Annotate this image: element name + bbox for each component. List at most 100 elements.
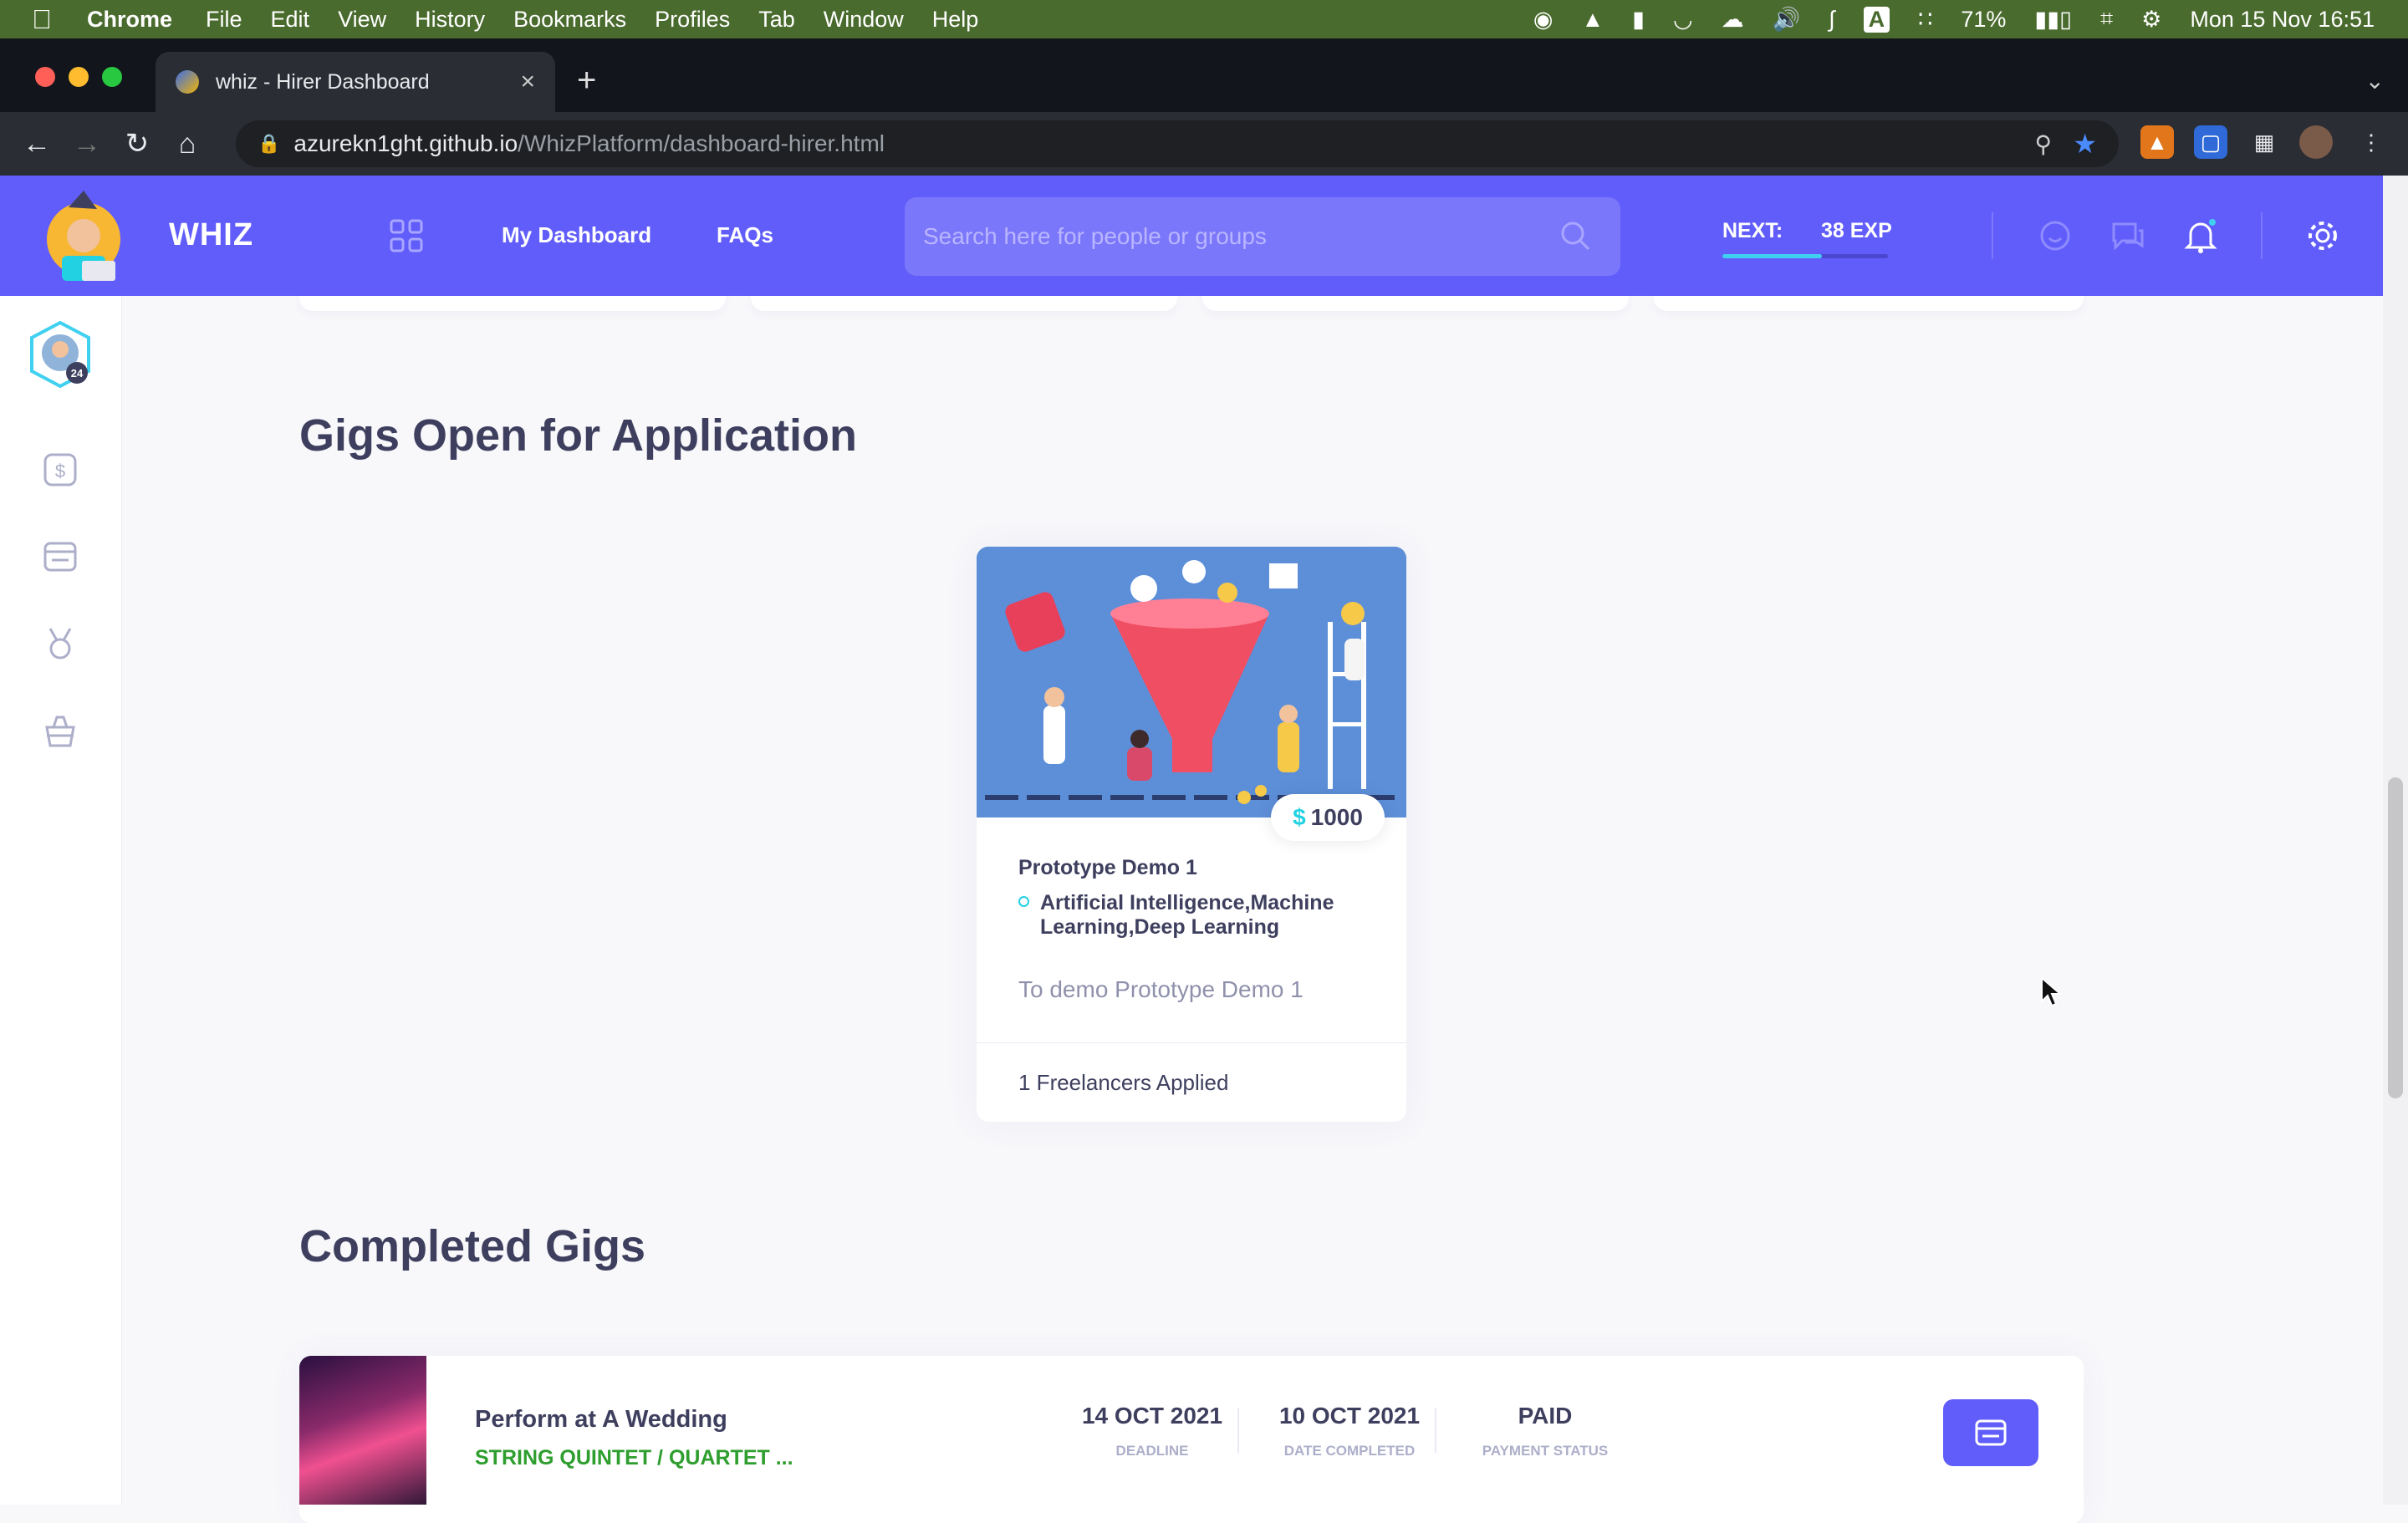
tab-title: whiz - Hirer Dashboard <box>216 69 430 94</box>
gauge-icon[interactable]: ◡ <box>1673 7 1693 33</box>
gig-price: 1000 <box>1310 804 1363 830</box>
date-completed-value: 10 OCT 2021 <box>1278 1403 1421 1429</box>
mouse-cursor-icon <box>2041 976 2062 1007</box>
reload-icon[interactable]: ↻ <box>112 127 162 160</box>
gig-price-badge: $ 1000 <box>1271 794 1385 841</box>
currency-symbol: $ <box>1293 804 1306 830</box>
search-icon[interactable] <box>1559 219 1592 252</box>
stat-card <box>1202 296 1629 311</box>
browser-tab[interactable]: whiz - Hirer Dashboard × <box>156 52 555 112</box>
next-level-label: NEXT: <box>1722 219 1783 242</box>
tab-search-chevron-icon[interactable]: ⌄ <box>2365 67 2385 94</box>
marketplace-basket-icon[interactable] <box>42 712 79 749</box>
window-close-button[interactable] <box>35 67 55 87</box>
gigs-card-icon[interactable] <box>42 538 79 575</box>
header-divider <box>2261 212 2263 259</box>
payment-status-value: PAID <box>1518 1403 1573 1429</box>
nav-faqs[interactable]: FAQs <box>717 222 773 248</box>
url-host: azurekn1ght.github.io <box>293 130 518 156</box>
drive-icon[interactable]: ▲ <box>1581 7 1604 33</box>
menu-profiles[interactable]: Profiles <box>655 7 730 33</box>
dots-icon[interactable]: ∷ <box>1918 7 1932 33</box>
svg-text:$: $ <box>55 461 65 481</box>
wifi-icon[interactable]: ⌗ <box>2100 6 2113 33</box>
deadline-label: DEADLINE <box>1115 1443 1189 1459</box>
apple-icon[interactable]:  <box>32 4 52 35</box>
new-tab-button[interactable]: + <box>577 62 596 99</box>
search-input[interactable] <box>905 197 1620 276</box>
scrollbar-thumb[interactable] <box>2388 777 2403 1098</box>
record-icon[interactable]: ◉ <box>1533 7 1553 33</box>
input-source-icon[interactable]: A <box>1863 6 1890 33</box>
control-center-icon[interactable]: ⚙ <box>2141 7 2161 33</box>
tag-bullet-icon <box>1018 896 1029 907</box>
brand-name[interactable]: WHIZ <box>169 217 253 253</box>
app-header: WHIZ My Dashboard FAQs NEXT: 38 EXP <box>0 176 2383 296</box>
messages-icon[interactable] <box>2110 219 2145 252</box>
column-divider <box>1435 1408 1436 1453</box>
home-icon[interactable]: ⌂ <box>162 128 212 160</box>
url-path: /WhizPlatform/dashboard-hirer.html <box>518 130 885 156</box>
whiz-logo[interactable] <box>37 191 129 284</box>
menu-tab[interactable]: Tab <box>758 7 795 33</box>
payment-status-label: PAYMENT STATUS <box>1482 1443 1609 1459</box>
completed-gig-category: STRING QUINTET / QUARTET ... <box>475 1446 793 1470</box>
gig-title[interactable]: Prototype Demo 1 <box>1018 856 1197 880</box>
details-card-icon <box>1975 1419 2007 1446</box>
stat-card <box>1654 296 2084 311</box>
stat-card <box>299 296 726 311</box>
avatar-level-badge: 24 <box>71 367 84 379</box>
bitwarden-icon[interactable]: ▢ <box>2194 125 2227 159</box>
user-avatar[interactable]: 24 <box>28 321 92 388</box>
menu-view[interactable]: View <box>338 7 386 33</box>
menu-edit[interactable]: Edit <box>271 7 310 33</box>
badges-medal-icon[interactable] <box>42 625 79 662</box>
menu-bookmarks[interactable]: Bookmarks <box>513 7 626 33</box>
bluetooth-icon[interactable]: ∫ <box>1829 7 1834 33</box>
gig-description: To demo Prototype Demo 1 <box>1018 976 1303 1002</box>
earnings-dollar-icon[interactable]: $ <box>42 451 79 488</box>
profile-avatar[interactable] <box>2299 125 2333 159</box>
header-divider <box>1992 212 1993 259</box>
zoom-icon[interactable]: ⚲ <box>2034 130 2052 158</box>
gig-card[interactable]: $ 1000 Prototype Demo 1 Artificial Intel… <box>977 547 1406 1122</box>
friends-smile-icon[interactable] <box>2038 219 2072 252</box>
grid-menu-icon[interactable] <box>390 219 423 252</box>
metamask-icon[interactable]: ▲ <box>2140 125 2174 159</box>
menu-window[interactable]: Window <box>824 7 904 33</box>
tab-close-icon[interactable]: × <box>520 68 535 96</box>
cloud-icon[interactable]: ☁ <box>1722 7 1744 33</box>
forward-icon[interactable]: → <box>62 128 112 160</box>
settings-gear-icon[interactable] <box>2306 219 2339 252</box>
menu-app-name[interactable]: Chrome <box>87 7 172 33</box>
lock-icon[interactable]: 🔒 <box>258 133 280 155</box>
extensions-puzzle-icon[interactable]: ▦ <box>2247 125 2281 159</box>
menu-help[interactable]: Help <box>932 7 979 33</box>
menu-file[interactable]: File <box>206 7 242 33</box>
menu-history[interactable]: History <box>415 7 485 33</box>
chrome-menu-icon[interactable]: ⋮ <box>2354 125 2388 159</box>
stat-card <box>751 296 1177 311</box>
macos-menubar:  Chrome File Edit View History Bookmark… <box>0 0 2408 38</box>
exp-progress-fill <box>1722 254 1822 258</box>
window-zoom-button[interactable] <box>102 67 122 87</box>
back-icon[interactable]: ← <box>12 128 62 160</box>
clapper-icon[interactable]: ▮ <box>1632 7 1645 33</box>
section-title-completed-gigs: Completed Gigs <box>299 1221 646 1271</box>
battery-icon[interactable]: ▮▮▯ <box>2034 7 2072 33</box>
view-details-button[interactable] <box>1943 1399 2038 1466</box>
exp-progress-bar <box>1722 254 1888 258</box>
clock[interactable]: Mon 15 Nov 16:51 <box>2190 7 2375 33</box>
window-minimize-button[interactable] <box>69 67 89 87</box>
completed-gig-row[interactable]: Perform at A Wedding STRING QUINTET / QU… <box>299 1356 2084 1523</box>
gig-skill-tags: Artificial Intelligence,Machine Learning… <box>1040 891 1334 939</box>
completed-gig-title[interactable]: Perform at A Wedding <box>475 1406 727 1434</box>
address-bar[interactable]: 🔒 azurekn1ght.github.io/WhizPlatform/das… <box>236 120 2119 167</box>
sidebar: 24 $ <box>0 296 122 1505</box>
completed-gig-thumbnail <box>299 1356 426 1505</box>
volume-icon[interactable]: 🔊 <box>1773 6 1801 33</box>
bookmark-star-icon[interactable]: ★ <box>2073 128 2097 160</box>
battery-percent: 71% <box>1961 6 2007 32</box>
nav-my-dashboard[interactable]: My Dashboard <box>502 222 651 248</box>
notifications-bell-icon[interactable] <box>2184 219 2217 254</box>
